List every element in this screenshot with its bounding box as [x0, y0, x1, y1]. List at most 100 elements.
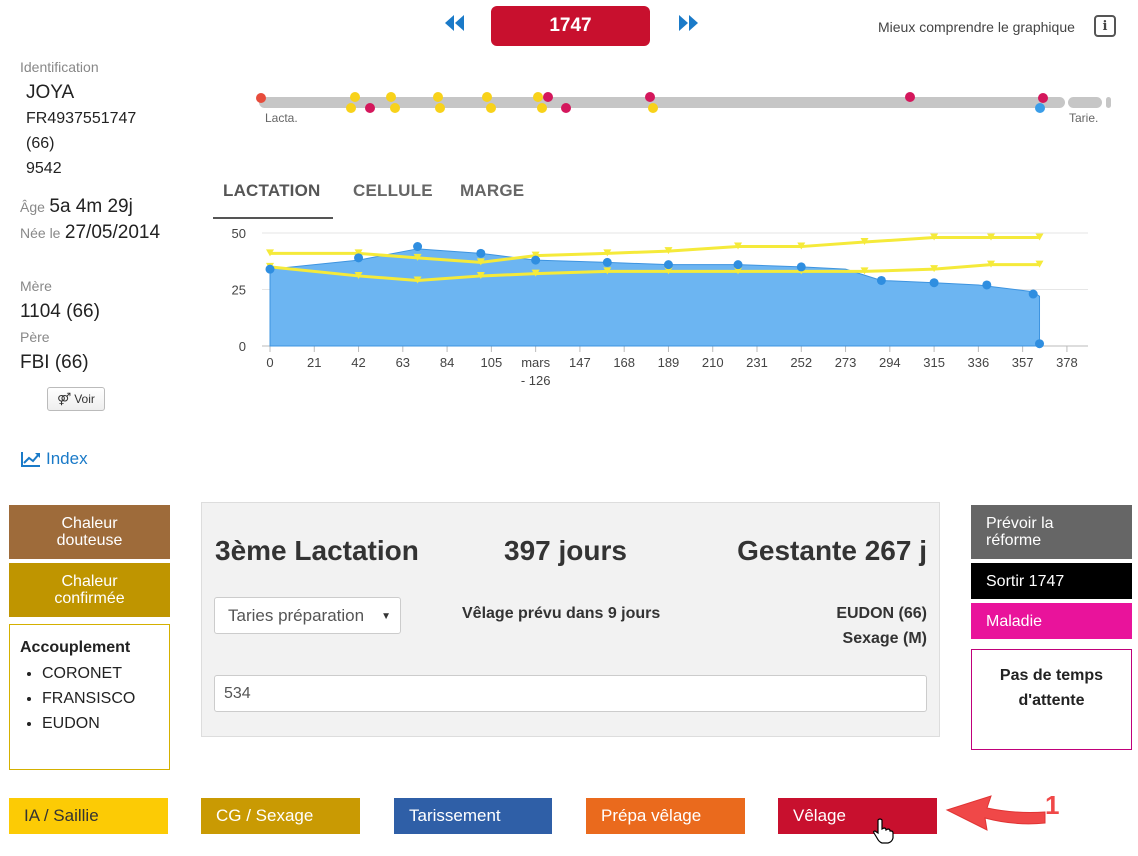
timeline-event [435, 103, 445, 113]
previous-animal-icon[interactable] [444, 14, 466, 37]
x-tick-label: 231 [746, 355, 768, 370]
timeline-event [390, 103, 400, 113]
father-value: FBI (66) [20, 352, 89, 373]
timeline-event [543, 92, 553, 102]
prevoir-reforme-label: Prévoir la réforme [986, 515, 1054, 549]
age-row: Âge 5a 4m 29j [20, 196, 133, 218]
x-tick-label: 168 [613, 355, 635, 370]
milk-yield-point [602, 257, 612, 267]
cg-sexage-button[interactable]: CG / Sexage [201, 798, 360, 834]
tarissement-button[interactable]: Tarissement [394, 798, 552, 834]
animal-number-badge[interactable]: 1747 [491, 6, 650, 46]
born-label: Née le [20, 225, 61, 241]
service-bull: EUDON (66) [836, 605, 927, 622]
voir-label: Voir [74, 392, 95, 406]
x-tick-label: 336 [968, 355, 990, 370]
milk-yield-point [733, 260, 743, 270]
x-tick-label: 273 [835, 355, 857, 370]
dry-period-bar [1068, 97, 1102, 108]
timeline-end-label: Tarie. [1069, 111, 1099, 125]
index-label: Index [46, 449, 88, 468]
gender-icon: ⚤ [57, 392, 72, 406]
status-select-value: Taries préparation [228, 605, 365, 625]
timeline-end-marker [1106, 97, 1111, 108]
milk-yield-area [269, 248, 1041, 347]
milk-yield-point [531, 255, 541, 265]
born-row: Née le 27/05/2014 [20, 222, 160, 244]
next-animal-icon[interactable] [678, 14, 700, 37]
x-tick-label: 21 [307, 355, 321, 370]
timeline-events [256, 92, 1048, 113]
x-tick-label: mars [521, 355, 550, 370]
timeline-event [561, 103, 571, 113]
timeline-event [433, 92, 443, 102]
prevoir-reforme-button[interactable]: Prévoir la réforme [971, 505, 1132, 559]
x-tick-label: 105 [481, 355, 503, 370]
mother-value: 1104 (66) [20, 301, 100, 322]
milk-yield-point [929, 278, 939, 288]
tab-cellule[interactable]: CELLULE [353, 181, 433, 201]
accouplement-title: Accouplement [20, 639, 131, 656]
milk-yield-point [876, 275, 886, 285]
x-tick-label: 84 [440, 355, 454, 370]
timeline-event [1035, 103, 1045, 113]
x-tick-label: 210 [702, 355, 724, 370]
chaleur-confirmee-label: Chaleur confirmée [54, 573, 125, 607]
x-tick-label: 0 [266, 355, 273, 370]
timeline-event [1038, 93, 1048, 103]
lactation-chart: 0 25 50 0 21 42 63 84 105 mars - 126 147 168 189 210 23… [232, 226, 1088, 388]
lactation-number: 3ème Lactation [215, 535, 419, 566]
x-tick-label: 147 [569, 355, 591, 370]
ia-saillie-button[interactable]: IA / Saillie [9, 798, 168, 834]
chaleur-douteuse-button[interactable]: Chaleur douteuse [9, 505, 170, 559]
annotation-number: 1 [1045, 790, 1060, 820]
velage-button[interactable]: Vêlage [778, 798, 937, 834]
born-value: 27/05/2014 [64, 222, 161, 243]
milk-yield-point [413, 242, 423, 252]
sortir-button[interactable]: Sortir 1747 [971, 563, 1132, 599]
milk-yield-point [796, 262, 806, 272]
voir-button[interactable]: ⚤ Voir [47, 387, 105, 411]
chaleur-confirmee-button[interactable]: Chaleur confirmée [9, 563, 170, 617]
age-value: 5a 4m 29j [49, 196, 133, 217]
x-tick-label: - 126 [521, 373, 551, 388]
milk-yield-point [265, 264, 275, 274]
status-select[interactable]: Taries préparation ▼ [214, 597, 401, 634]
timeline-start-label: Lacta. [265, 111, 298, 125]
timeline-event [482, 92, 492, 102]
timeline-event [905, 92, 915, 102]
caret-down-icon: ▼ [381, 611, 391, 622]
note-input[interactable]: 534 [214, 675, 927, 712]
sexage-info: Sexage (M) [842, 630, 927, 647]
prepa-velage-button[interactable]: Prépa vêlage [586, 798, 745, 834]
mother-label: Mère [20, 278, 52, 294]
withdrawal-label: Pas de temps d'attente [999, 667, 1104, 709]
timeline-event [486, 103, 496, 113]
timeline-event [350, 92, 360, 102]
list-item: EUDON [42, 711, 159, 736]
x-tick-label: 294 [879, 355, 901, 370]
hand-cursor-icon [873, 818, 894, 844]
tab-marge[interactable]: MARGE [460, 181, 524, 201]
help-graph-link[interactable]: Mieux comprendre le graphique [878, 19, 1075, 35]
timeline-event [365, 103, 375, 113]
maladie-button[interactable]: Maladie [971, 603, 1132, 639]
timeline-event [533, 92, 543, 102]
timeline-event [386, 92, 396, 102]
milk-yield-point [1035, 339, 1045, 349]
y-tick-label: 50 [232, 226, 246, 241]
gestation-status: Gestante 267 j [737, 535, 927, 566]
active-tab-indicator [213, 217, 333, 219]
milk-yield-point [1028, 289, 1038, 299]
index-link[interactable]: Index [20, 449, 88, 469]
annotation-arrow-icon [945, 795, 1046, 831]
expected-calving: Vêlage prévu dans 9 jours [462, 605, 661, 622]
tab-lactation[interactable]: LACTATION [223, 181, 320, 201]
trend-chart-icon [21, 452, 40, 467]
list-item: FRANSISCO [42, 686, 159, 711]
y-tick-label: 0 [239, 339, 246, 354]
identification-label: Identification [20, 59, 99, 75]
info-icon[interactable]: i [1094, 15, 1116, 37]
animal-name: JOYA [26, 82, 75, 103]
withdrawal-box: Pas de temps d'attente [971, 649, 1132, 750]
